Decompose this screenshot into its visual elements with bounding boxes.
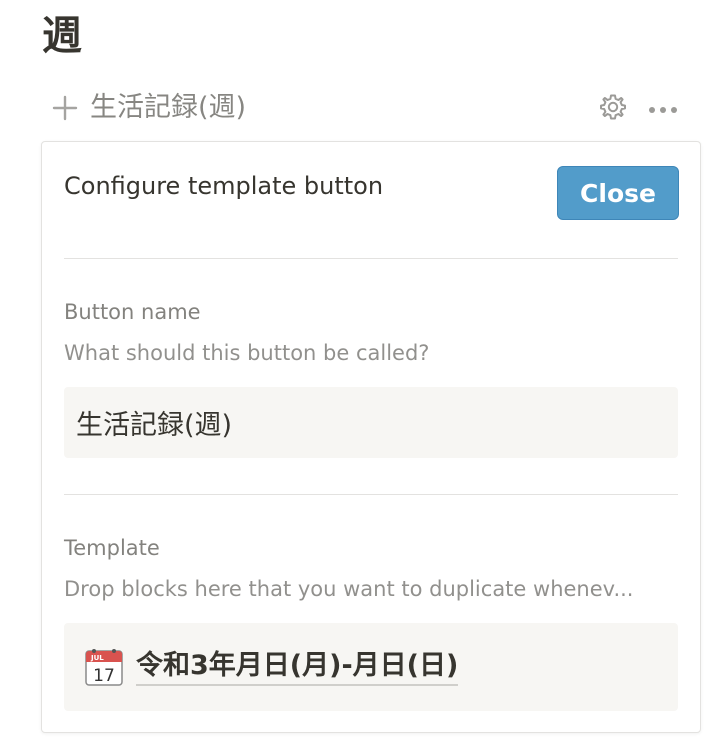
divider	[64, 258, 678, 259]
template-button[interactable]: 生活記録(週)	[52, 86, 246, 130]
plus-icon	[52, 95, 78, 121]
template-description: Drop blocks here that you want to duplic…	[64, 577, 634, 601]
calendar-icon: JUL 17	[84, 647, 124, 687]
divider	[64, 494, 678, 495]
page-title: 週	[42, 13, 82, 59]
gear-icon[interactable]	[598, 92, 628, 126]
template-block-title[interactable]: 令和3年月日(月)-月日(日)	[136, 648, 459, 686]
calendar-day: 17	[93, 666, 115, 686]
row-actions	[598, 92, 678, 126]
button-name-input[interactable]: 生活記録(週)	[64, 387, 678, 458]
template-button-label: 生活記録(週)	[90, 92, 247, 123]
calendar-month: JUL	[90, 654, 104, 662]
button-name-label: Button name	[64, 300, 201, 324]
button-name-description: What should this button be called?	[64, 341, 430, 365]
more-icon[interactable]	[648, 100, 678, 119]
template-label: Template	[64, 536, 160, 560]
configure-template-panel: Configure template button Close Button n…	[41, 141, 701, 733]
panel-title: Configure template button	[64, 172, 384, 200]
template-drop-area[interactable]: JUL 17 令和3年月日(月)-月日(日)	[64, 623, 678, 711]
close-button[interactable]: Close	[557, 166, 679, 220]
